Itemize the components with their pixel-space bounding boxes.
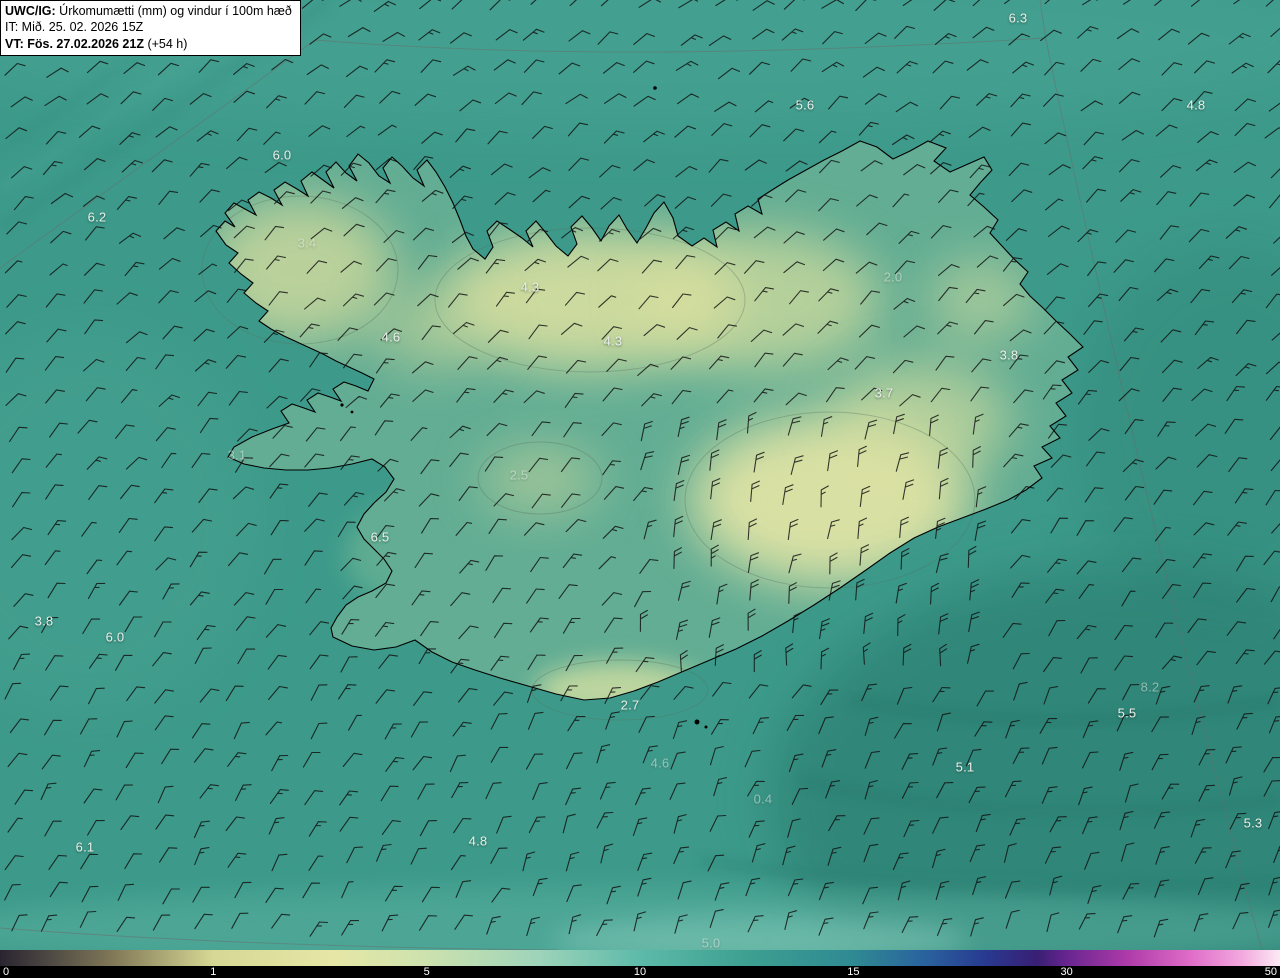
model-name: UWC/IG: — [5, 4, 56, 18]
map-title-line: UWC/IG: Úrkomumætti (mm) og vindur í 100… — [5, 3, 292, 19]
map-canvas — [0, 0, 1280, 950]
colorbar: 0 1 5 10 15 30 50 — [0, 950, 1280, 978]
map-title-text: Úrkomumætti (mm) og vindur í 100m hæð — [55, 4, 292, 18]
colorbar-tick-label: 10 — [633, 966, 647, 978]
weather-map-page: 6.3 5.6 4.8 6.0 6.2 3.4 4.3 2.0 4.6 4.3 3.8 3.7 3.1 2… — [0, 0, 1280, 978]
valid-time-text: VT: Fös. 27.02.2026 21Z — [5, 36, 144, 51]
colorbar-tick-label: 15 — [847, 966, 860, 978]
colorbar-tick-label: 1 — [210, 966, 217, 978]
colorbar-ticks: 0 1 5 10 15 30 50 — [0, 966, 1280, 978]
colorbar-tick-label: 0 — [3, 966, 10, 978]
colorbar-tick-label: 5 — [423, 966, 430, 978]
valid-time-line: VT: Fös. 27.02.2026 21Z (+54 h) — [5, 36, 292, 52]
valid-time-offset: (+54 h) — [143, 36, 188, 51]
colorbar-tick-label: 30 — [1060, 966, 1073, 978]
colorbar-tick-label: 50 — [1264, 966, 1277, 978]
map-title-box: UWC/IG: Úrkomumætti (mm) og vindur í 100… — [0, 0, 301, 56]
init-time-line: IT: Mið. 25. 02. 2026 15Z — [5, 20, 144, 35]
colorbar-gradient — [0, 950, 1280, 966]
